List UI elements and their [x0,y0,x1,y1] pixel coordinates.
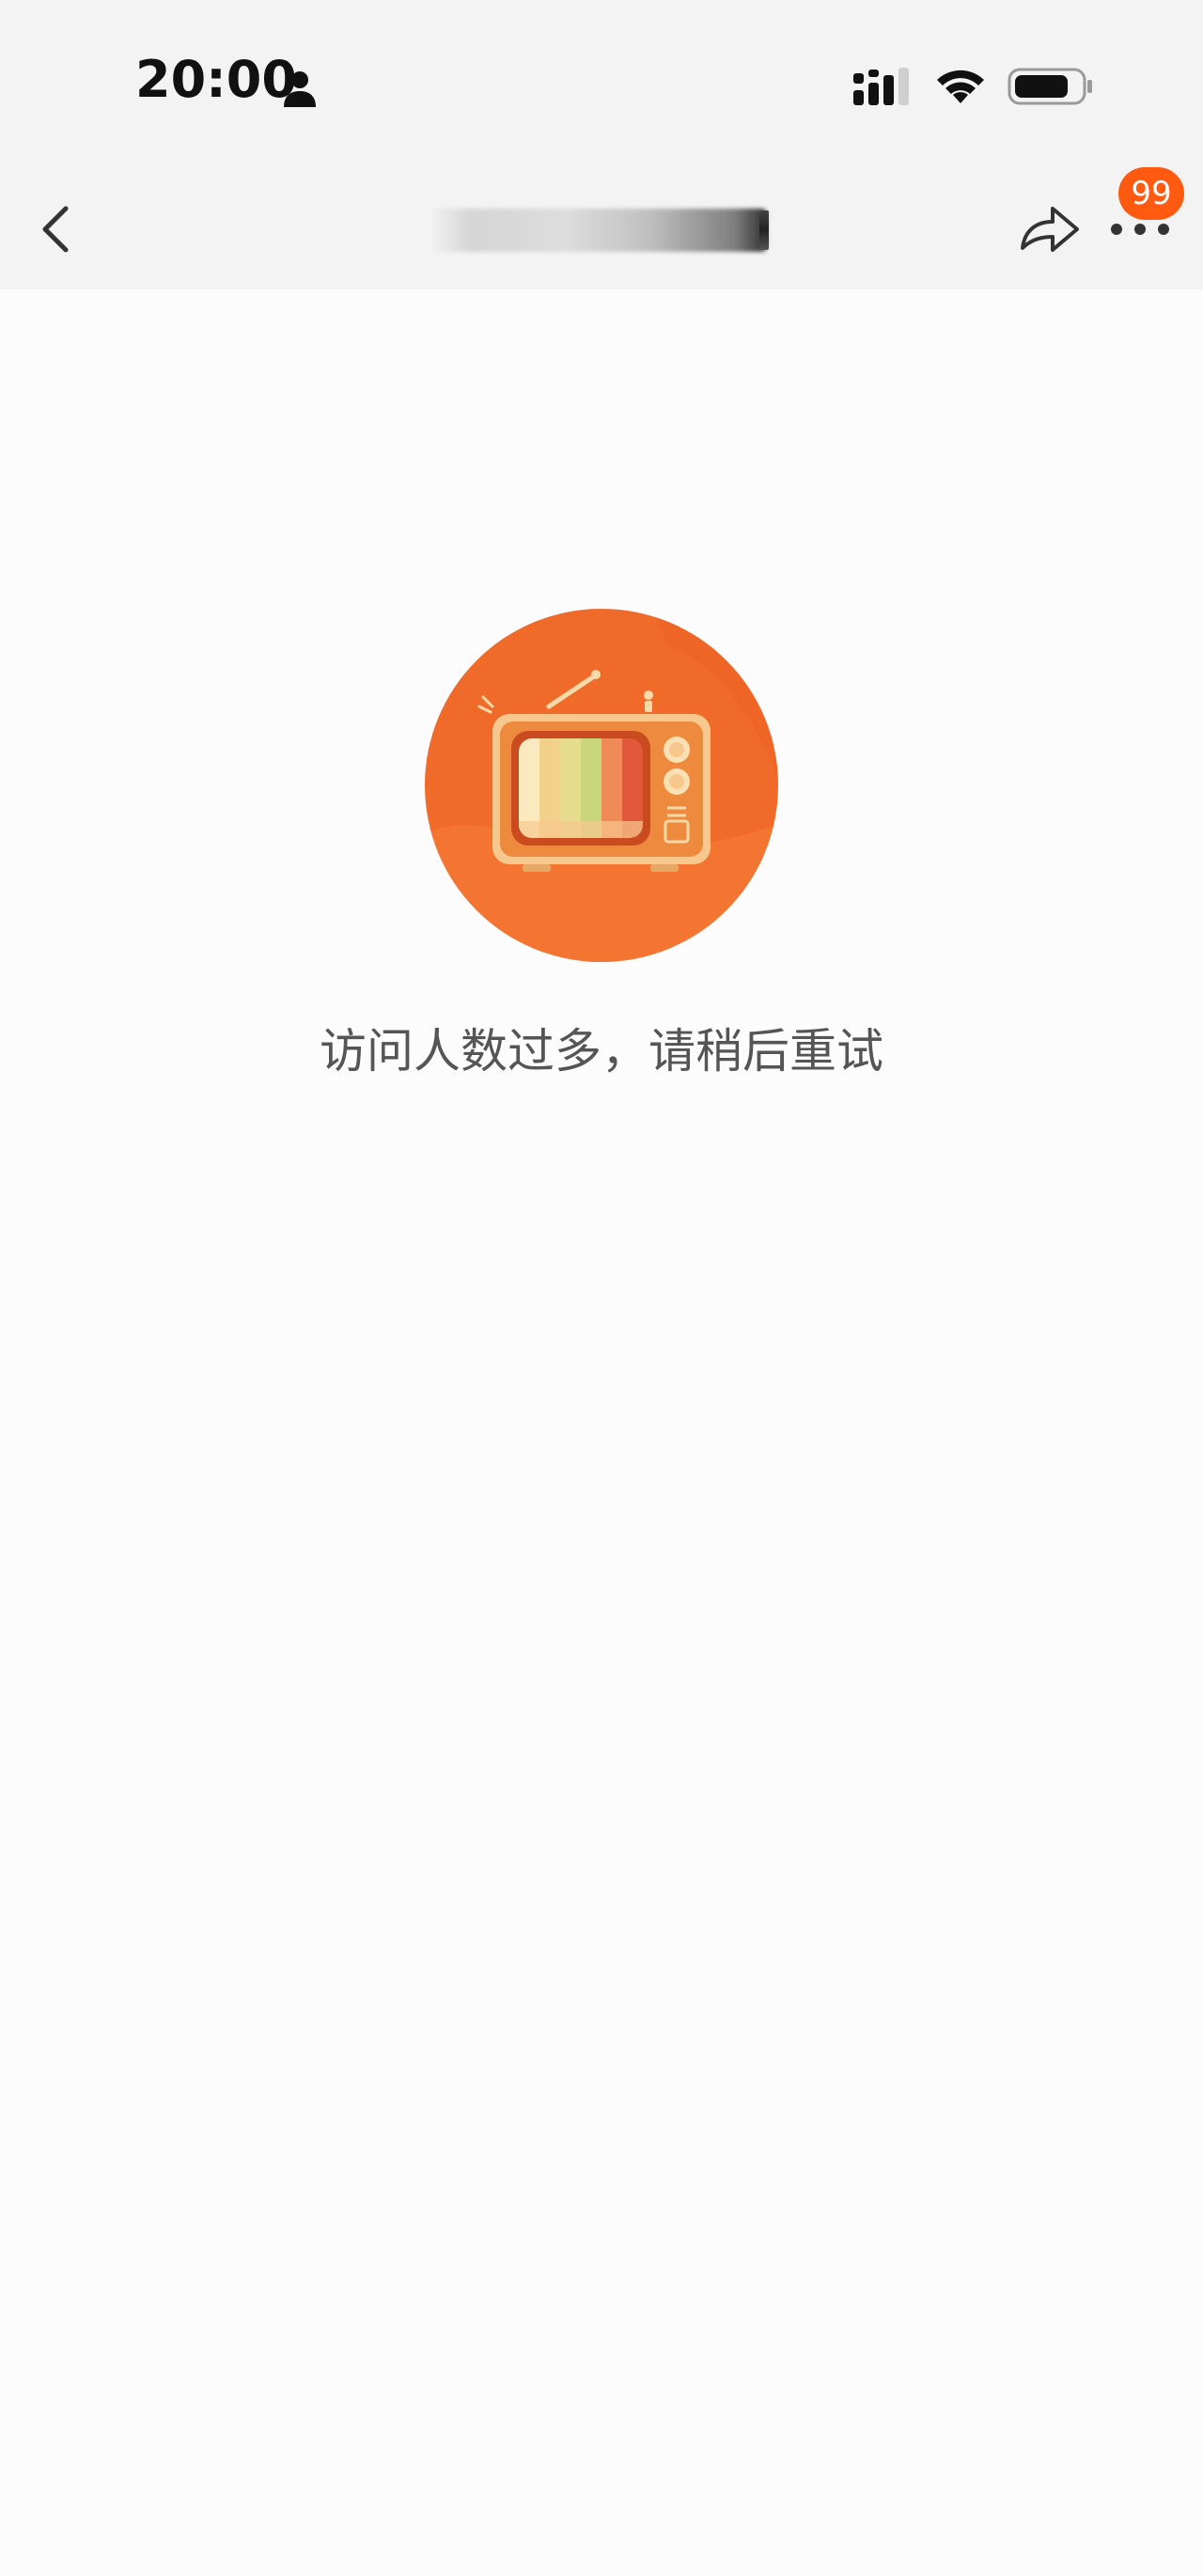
notification-badge: 99 [1118,167,1184,220]
back-button[interactable] [28,194,85,265]
share-button[interactable] [1015,199,1083,259]
tv-illustration [425,609,778,962]
cellular-signal-icon [853,68,909,105]
battery-icon [1008,68,1092,105]
error-message: 访问人数过多，请稍后重试 [320,1024,883,1079]
top-bar: 20:00 99 [0,0,1203,289]
status-time: 20:00 [135,50,297,109]
page-title-obscured-edge [759,210,769,250]
page-title-obscured [430,209,769,252]
person-icon [284,71,316,107]
wifi-icon [937,70,984,103]
